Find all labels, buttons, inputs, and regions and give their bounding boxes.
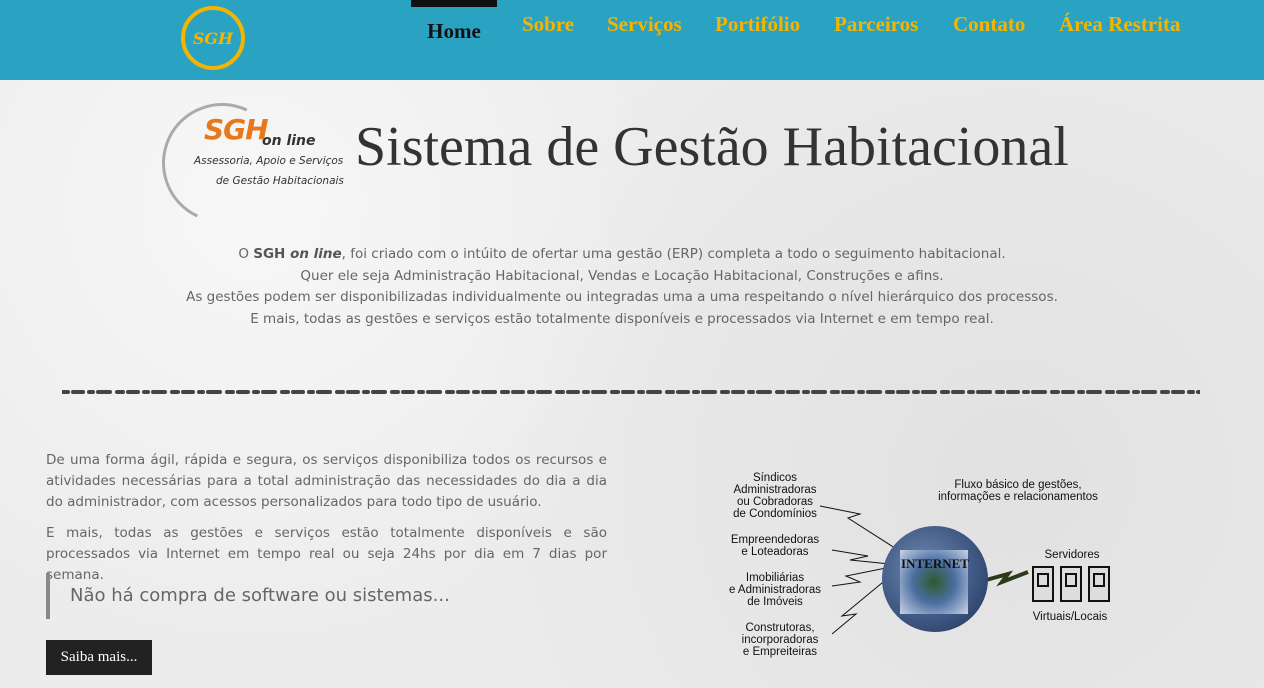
servers-label: Servidores	[1044, 549, 1100, 561]
servers-sublabel: Virtuais/Locais	[1032, 611, 1108, 623]
diagram-group-construtoras: Construtoras, incorporadoras e Empreitei…	[720, 622, 840, 658]
server-icon	[1032, 566, 1054, 602]
diagram-group-imobiliarias: Imobiliárias e Administradoras de Imóvei…	[720, 572, 830, 608]
logo-subtitle-1: Assessoria, Apoio e Serviços	[194, 155, 344, 167]
nav-contato[interactable]: Contato	[953, 12, 1025, 37]
diagram-title-1: Fluxo básico de gestões,	[954, 479, 1082, 491]
diagram-title-2: informações e relacionamentos	[938, 491, 1098, 503]
nav-area-restrita[interactable]: Área Restrita	[1059, 12, 1180, 37]
group3-line: de Imóveis	[747, 596, 803, 608]
server-icon	[1060, 566, 1082, 602]
intro-bold: SGH	[253, 246, 291, 262]
intro-post: , foi criado com o intúito de ofertar um…	[341, 246, 1006, 262]
group4-line: incorporadoras	[741, 634, 819, 646]
nav-sobre[interactable]: Sobre	[522, 12, 574, 37]
group1-line: Síndicos	[752, 472, 798, 484]
diagram-group-empreendedoras: Empreendedoras e Loteadoras	[720, 534, 830, 558]
saiba-mais-button[interactable]: Saiba mais...	[46, 640, 152, 675]
intro-line-1: O SGH on line, foi criado com o intúito …	[140, 244, 1104, 266]
sgh-online-logo: SGH on line Assessoria, Apoio e Serviços…	[145, 86, 350, 240]
torn-paper-edge	[0, 56, 1264, 78]
diagram-group-sindicos: Síndicos Administradoras ou Cobradoras d…	[720, 472, 830, 520]
intro-pre: O	[238, 246, 254, 262]
intro-line-4: E mais, todas as gestões e serviços estã…	[250, 310, 994, 327]
group1-line: ou Cobradoras	[736, 496, 814, 508]
server-icon	[1088, 566, 1110, 602]
body-paragraph-1: De uma forma ágil, rápida e segura, os s…	[46, 452, 607, 510]
group4-line: e Empreiteiras	[742, 646, 818, 658]
intro-line-2: Quer ele seja Administração Habitacional…	[300, 267, 944, 284]
nav-home[interactable]: Home	[411, 0, 497, 54]
nav-servicos[interactable]: Serviços	[607, 12, 682, 37]
diagram-title: Fluxo básico de gestões, informações e r…	[928, 479, 1108, 503]
intro-line-3: As gestões podem ser disponibilizadas in…	[186, 289, 1058, 305]
server-icons	[1030, 564, 1114, 604]
dashed-divider	[62, 390, 1200, 394]
group2-line: e Loteadoras	[741, 546, 809, 558]
group1-line: de Condomínios	[733, 508, 817, 520]
group4-line: Construtoras,	[745, 622, 815, 634]
nav-parceiros[interactable]: Parceiros	[834, 12, 918, 37]
logo-subtitle-2: de Gestão Habitacionais	[216, 175, 344, 187]
group1-line: Administradoras	[733, 484, 817, 496]
intro-text: O SGH on line, foi criado com o intúito …	[140, 244, 1104, 330]
logo-mark: SGH	[204, 113, 269, 146]
main-nav: Home Sobre Serviços Portifólio Parceiros…	[0, 0, 1264, 60]
group3-line: e Administradoras	[728, 584, 822, 596]
internet-label: INTERNET	[901, 556, 969, 571]
intro-italic: on line	[290, 246, 342, 262]
flow-diagram: INTERNET Fluxo básico de gestões, inform…	[710, 466, 1130, 666]
page-title: Sistema de Gestão Habitacional	[355, 116, 1069, 178]
logo-online: on line	[262, 133, 316, 149]
nav-portifolio[interactable]: Portifólio	[715, 12, 800, 37]
group2-line: Empreendedoras	[730, 534, 820, 546]
blockquote: Não há compra de software ou sistemas...	[46, 573, 606, 619]
group3-line: Imobiliárias	[745, 572, 805, 584]
